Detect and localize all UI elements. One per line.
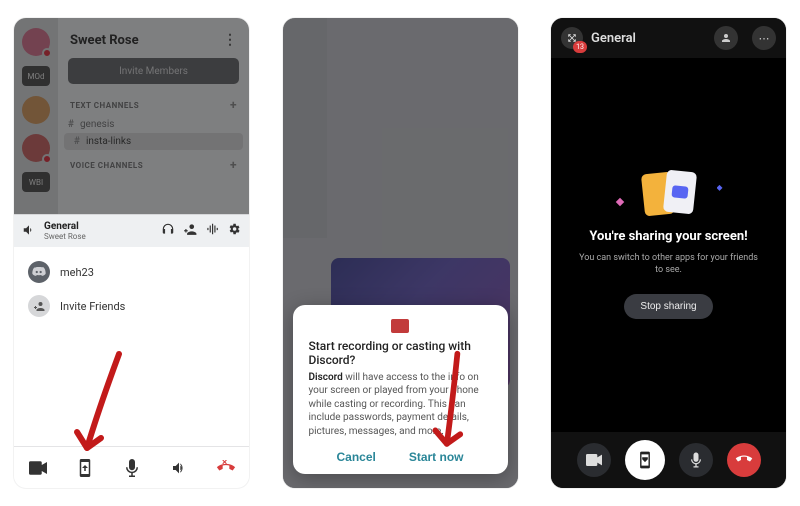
participant-row[interactable]: meh23 — [24, 255, 239, 289]
cast-permission-dialog: Start recording or casting with Discord?… — [293, 305, 508, 475]
minimize-button[interactable]: 13 — [561, 27, 583, 49]
speaker-icon[interactable] — [171, 460, 187, 476]
invite-friends-label: Invite Friends — [60, 300, 125, 313]
screenshot-sharing-screen: 13 General ⋯ You're sharing your screen!… — [551, 18, 786, 488]
hangup-icon[interactable] — [216, 460, 236, 476]
hash-icon: # — [68, 119, 74, 130]
screenshot-cast-dialog: Start recording or casting with Discord?… — [283, 18, 518, 488]
call-controls-bar — [551, 432, 786, 488]
add-channel-icon[interactable]: + — [230, 158, 237, 172]
call-controls-bar — [14, 446, 249, 488]
sparkle-icon — [615, 198, 623, 206]
channel-name: genesis — [80, 119, 115, 130]
screenshot-voice-channel: MOd WBI Sweet Rose ⋮ Invite Members TEXT… — [14, 18, 249, 488]
start-now-button[interactable]: Start now — [409, 450, 464, 464]
channel-name: insta-links — [86, 136, 131, 147]
call-header: 13 General ⋯ — [551, 18, 786, 58]
sharing-heading: You're sharing your screen! — [589, 229, 747, 244]
channel-list-area: MOd WBI Sweet Rose ⋮ Invite Members TEXT… — [14, 18, 249, 214]
discord-avatar-icon — [28, 261, 50, 283]
headphones-icon[interactable] — [161, 222, 175, 240]
server-avatar[interactable] — [22, 96, 50, 124]
server-title: Sweet Rose — [70, 33, 139, 48]
server-avatar[interactable] — [22, 28, 50, 56]
settings-icon[interactable] — [227, 222, 241, 240]
add-user-icon — [28, 295, 50, 317]
text-channel-item[interactable]: # genesis — [58, 116, 249, 133]
voice-server-name: Sweet Rose — [44, 232, 153, 241]
voice-connected-panel: General Sweet Rose — [14, 214, 249, 247]
server-sidebar: MOd WBI — [14, 18, 58, 214]
notification-badge — [42, 154, 52, 164]
invite-members-button[interactable]: Invite Members — [68, 58, 239, 84]
text-channels-header[interactable]: TEXT CHANNELS — [70, 101, 139, 110]
sharing-status-area: You're sharing your screen! You can swit… — [551, 58, 786, 432]
channel-title: General — [591, 31, 706, 46]
video-icon[interactable] — [29, 461, 47, 475]
mic-icon[interactable] — [126, 459, 138, 477]
mic-button[interactable] — [679, 443, 713, 477]
more-icon[interactable]: ⋯ — [752, 26, 776, 50]
server-menu-icon[interactable]: ⋮ — [223, 32, 237, 48]
channel-list: Sweet Rose ⋮ Invite Members TEXT CHANNEL… — [58, 18, 249, 214]
dialog-body: Discord will have access to the info on … — [309, 371, 492, 439]
notification-badge: 13 — [573, 41, 587, 53]
invite-user-icon[interactable] — [183, 222, 197, 240]
screen-share-button-active[interactable] — [625, 440, 665, 480]
participant-name: meh23 — [60, 266, 94, 279]
cast-icon — [391, 319, 409, 333]
sharing-illustration — [639, 171, 699, 215]
add-channel-icon[interactable]: + — [230, 98, 237, 112]
cancel-button[interactable]: Cancel — [337, 450, 376, 464]
server-avatar[interactable]: MOd — [22, 66, 50, 86]
sparkle-icon — [717, 185, 723, 191]
stop-sharing-button[interactable]: Stop sharing — [624, 294, 712, 319]
dialog-title: Start recording or casting with Discord? — [309, 339, 492, 367]
text-channel-item[interactable]: # insta-links — [64, 133, 243, 150]
server-avatar[interactable]: WBI — [22, 172, 50, 192]
sharing-subtext: You can switch to other apps for your fr… — [579, 252, 759, 276]
video-button[interactable] — [577, 443, 611, 477]
voice-participants-area: meh23 Invite Friends — [14, 247, 249, 479]
server-avatar[interactable] — [22, 134, 50, 162]
voice-channel-name: General — [44, 221, 153, 232]
noise-suppression-icon[interactable] — [205, 222, 219, 240]
volume-icon — [22, 223, 36, 240]
screen-share-icon[interactable] — [77, 459, 93, 477]
invite-friends-row[interactable]: Invite Friends — [24, 289, 239, 323]
hangup-button[interactable] — [727, 443, 761, 477]
members-icon[interactable] — [714, 26, 738, 50]
notification-badge — [42, 48, 52, 58]
voice-channels-header[interactable]: VOICE CHANNELS — [70, 161, 143, 170]
hash-icon: # — [74, 136, 80, 147]
